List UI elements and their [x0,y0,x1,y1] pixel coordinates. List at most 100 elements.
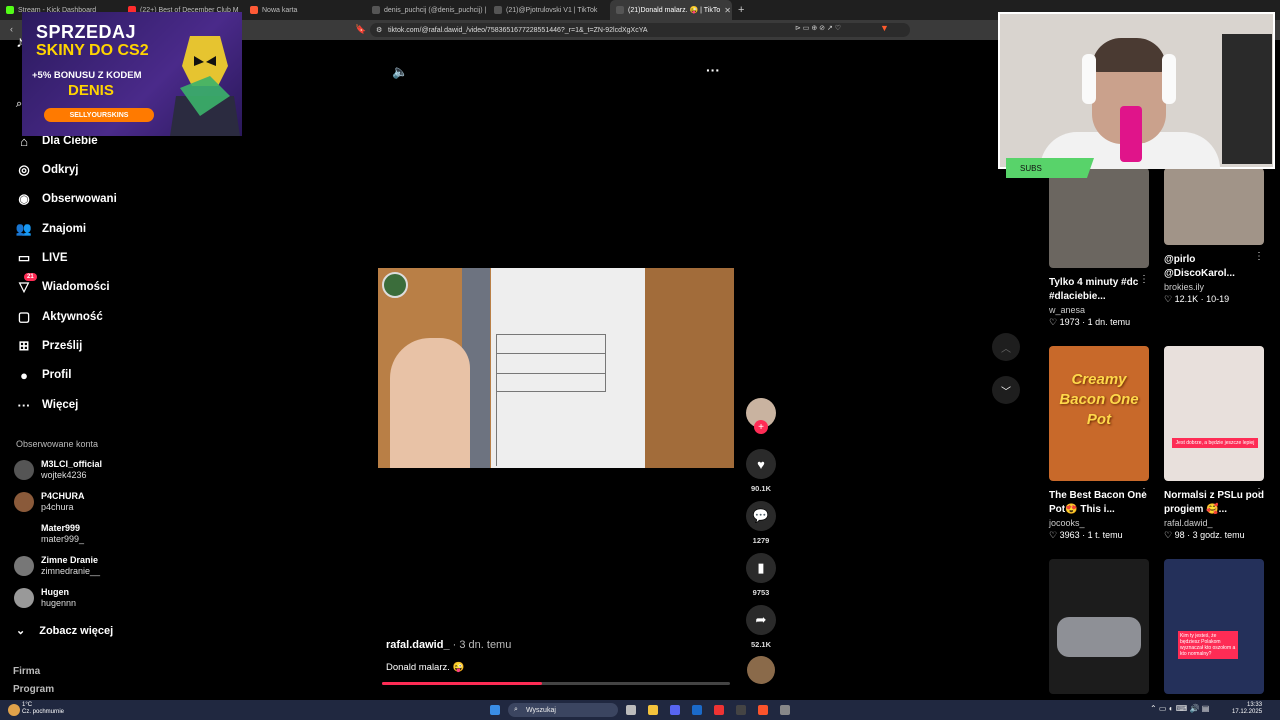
video-thumbnail[interactable]: Creamy Bacon One Pot [1049,346,1149,481]
next-video-button[interactable]: ﹀ [992,376,1020,404]
sidebar-item-live[interactable]: ▭ LIVE [16,250,68,266]
recommended-video-card[interactable]: Tylko 4 minuty #dc #dlaciebie... w_anesa… [1049,168,1149,328]
author-name[interactable]: rafal.dawid_ [386,639,450,651]
account-handle: p4chura [41,502,74,512]
video-progress-fill [382,682,543,685]
sidebar-item-więcej[interactable]: ··· Więcej [16,397,79,413]
followed-account[interactable]: Mater999 mater999_ [14,520,154,548]
footer-link-program[interactable]: Program [13,684,54,695]
obs-icon[interactable] [714,705,724,715]
video-time: 10-19 [1206,294,1230,304]
recommended-video-card[interactable] [1049,559,1149,694]
card-more-icon[interactable]: ⋮ [1254,251,1264,262]
avatar [14,556,34,576]
author-avatar[interactable]: + [746,398,776,434]
sidebar-item-aktywność[interactable]: ▢ Aktywność [16,309,103,325]
video-author[interactable]: w_anesa [1049,305,1149,315]
weather-icon [8,704,20,716]
video-thumbnail[interactable] [1164,168,1264,245]
file-explorer-icon[interactable] [648,705,658,715]
ad-line-1: SPRZEDAJ [36,22,137,42]
tab-label: (21)Donald malarz. 😜 | TikTo [628,7,721,14]
browser-tab[interactable]: denis_puchcij (@denis_puchcij) | TikT [366,0,488,20]
site-info-icon[interactable]: ⚙ [376,26,382,34]
sidebar-item-znajomi[interactable]: 👥 Znajomi [16,221,86,237]
save-button[interactable]: ▮ 9753 [746,553,776,597]
windows-start-icon[interactable] [490,705,500,715]
video-title[interactable]: The Best Bacon One Pot😍 This i... [1049,489,1149,517]
follow-plus-icon[interactable]: + [754,420,768,434]
close-tab-icon[interactable]: ✕ [724,6,731,15]
toolbar-icons[interactable]: ⊳ ▭ ⊕ ⊘ ↗ ♡ [795,24,841,32]
brave-shield-icon[interactable]: ▼ [880,23,889,33]
sidebar-item-obserwowani[interactable]: ◉ Obserwowani [16,191,116,207]
followed-account[interactable]: P4CHURA p4chura [14,488,154,516]
system-tray-icons[interactable]: ⌃ ▭ ◐ ⌨ 🔊 ▤ [1150,704,1209,713]
video-thumbnail[interactable]: Kim ty jesteś, że będziesz Polakom wyzna… [1164,559,1264,694]
ad-brand: SELLYOURSKINS [44,108,154,122]
video-frame-line [496,353,606,354]
new-tab-button[interactable]: + [732,4,750,16]
chevron-down-icon: ⌄ [16,625,26,637]
weather-desc: Cz. pochmurnie [22,709,65,715]
followed-account[interactable]: Zimne Dranie zimnedranie__ [14,552,154,580]
followed-account[interactable]: Hugen hugennn [14,584,154,612]
previous-video-button[interactable]: ︿ [992,333,1020,361]
discord-icon[interactable] [670,705,680,715]
share-button[interactable]: ➦ 52.1K [746,605,776,649]
url-text: tiktok.com/@rafal.dawid_/video/758365167… [388,26,648,34]
messages-icon: ▽ 21 [16,273,37,295]
browser-tab[interactable]: Nowa karta [244,0,366,20]
music-disc[interactable] [746,656,776,684]
card-more-icon[interactable]: ⋮ [1139,274,1149,285]
notification-badge: 21 [24,273,37,281]
settings-icon[interactable] [780,705,790,715]
sidebar-item-odkryj[interactable]: ◎ Odkryj [16,162,78,178]
video-title[interactable]: Normalsi z PSLu pod progiem 🥰... [1164,489,1264,517]
video-author[interactable]: brokies.ily [1164,282,1264,292]
recommended-video-card[interactable]: Jest dobrze, a będzie jeszcze lepiej Norm… [1164,346,1264,541]
taskbar-clock[interactable]: 13:33 17.12.2025 [1232,702,1262,716]
xbox-icon[interactable] [736,705,746,715]
video-progress-bar[interactable] [382,682,730,685]
ad-line-3: +5% BONUSU Z KODEM [32,70,142,81]
comment-button[interactable]: 💬 1279 [746,501,776,545]
video-thumbnail[interactable] [1049,168,1149,268]
sidebar-item-wiadomości[interactable]: ▽ 21 Wiadomości [16,273,110,295]
video-title[interactable]: @pirlo @DiscoKarol... [1164,253,1264,281]
video-player[interactable] [378,268,734,468]
see-more-button[interactable]: ⌄ Zobacz więcej [16,624,113,638]
taskbar-search[interactable]: ⌕ Wyszukaj [508,703,618,717]
video-title[interactable]: Tylko 4 minuty #dc #dlaciebie... [1049,276,1149,304]
like-button[interactable]: ♥ 90.1K [746,449,776,493]
sponsor-ad-overlay: SPRZEDAJ SKINY DO CS2 +5% BONUSU Z KODEM… [22,12,242,136]
back-icon[interactable]: ‹ [10,24,13,34]
browser-tab[interactable]: (21)Donald malarz. 😜 | TikTo ✕ [610,0,732,20]
video-author[interactable]: jocooks_ [1049,518,1149,528]
video-likes: 98 [1174,530,1185,540]
video-thumbnail[interactable] [1049,559,1149,694]
recommended-video-card[interactable]: @pirlo @DiscoKarol... brokies.ily ♡ 12.1… [1164,168,1264,305]
weather-widget[interactable]: 1°C Cz. pochmurnie [22,702,64,716]
sidebar-item-profil[interactable]: ● Profil [16,367,71,383]
sidebar-item-prześlij[interactable]: ⊞ Prześlij [16,338,83,354]
footer-link-firma[interactable]: Firma [13,666,40,677]
video-author[interactable]: rafal.dawid_ · 3 dn. temu [386,639,511,651]
brave-icon[interactable] [758,705,768,715]
more-options-icon[interactable]: ··· [706,62,720,78]
browser-tab[interactable]: (21)@Pjotrulovski V1 | TikTok [488,0,610,20]
card-more-icon[interactable]: ⋮ [1254,487,1264,498]
recommended-video-card[interactable]: Creamy Bacon One Pot The Best Bacon One P… [1049,346,1149,541]
account-handle: wojtek4236 [41,470,87,480]
video-likes: 3963 [1059,530,1080,540]
video-author[interactable]: rafal.dawid_ [1164,518,1264,528]
task-view-icon[interactable] [626,705,636,715]
recommended-video-card[interactable]: Kim ty jesteś, że będziesz Polakom wyzna… [1164,559,1264,694]
steam-icon[interactable] [692,705,702,715]
volume-icon[interactable]: 🔈 [392,64,408,80]
bookmark-icon[interactable]: 🔖 [355,24,366,35]
video-thumbnail[interactable]: Jest dobrze, a będzie jeszcze lepiej [1164,346,1264,481]
followed-account[interactable]: M3LCI_official wojtek4236 [14,456,154,484]
card-more-icon[interactable]: ⋮ [1139,487,1149,498]
post-time: · 3 dn. temu [452,639,512,651]
